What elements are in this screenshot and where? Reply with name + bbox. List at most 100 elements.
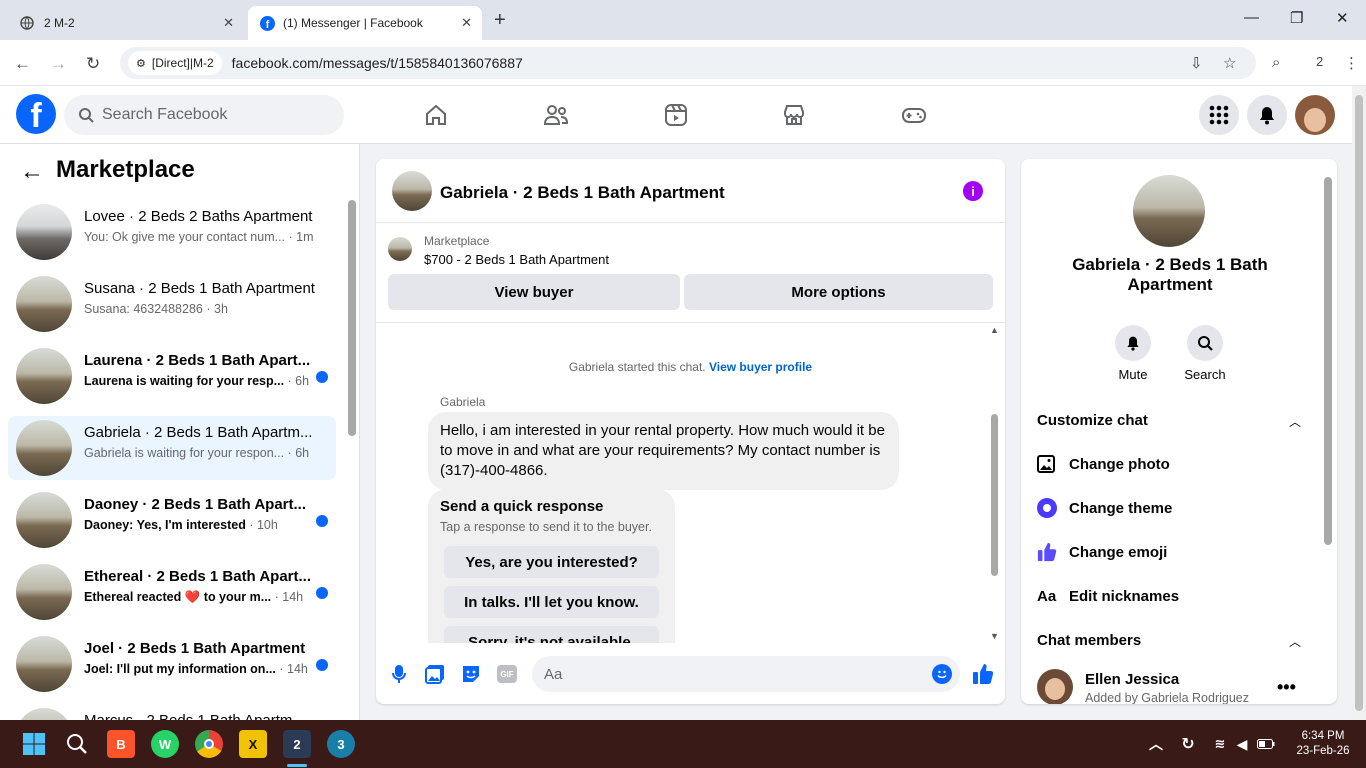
new-tab-icon[interactable]: + bbox=[494, 9, 506, 32]
scroll-down-icon[interactable]: ▼ bbox=[990, 631, 999, 641]
chat-members-header[interactable]: Chat members bbox=[1037, 632, 1141, 649]
listing-thumbnail bbox=[16, 564, 72, 620]
tab-search-icon[interactable]: ⌕ bbox=[1272, 54, 1280, 71]
system-clock[interactable]: 6:34 PM 23-Feb-26 bbox=[1288, 729, 1358, 759]
member-avatar[interactable] bbox=[1037, 669, 1073, 704]
chevron-up-icon[interactable]: ︿ bbox=[1289, 633, 1301, 650]
more-options-button[interactable]: More options bbox=[684, 274, 993, 310]
conversation-item[interactable]: Ethereal · 2 Beds 1 Bath Apart... Ethere… bbox=[8, 560, 336, 624]
listing-thumbnail bbox=[16, 636, 72, 692]
chevron-up-icon[interactable]: ︿ bbox=[1142, 730, 1170, 758]
minimize-icon[interactable]: — bbox=[1244, 9, 1259, 26]
brave-browser-icon[interactable]: B bbox=[107, 730, 135, 758]
message-input[interactable]: Aa bbox=[532, 656, 960, 692]
site-info-chip[interactable]: ⚙ [Direct]|M-2 bbox=[128, 51, 222, 75]
thumbs-up-icon[interactable] bbox=[972, 663, 994, 685]
windows-start-icon[interactable] bbox=[20, 730, 48, 758]
conversation-item[interactable]: Lovee · 2 Beds 2 Baths Apartment You: Ok… bbox=[8, 200, 336, 264]
photo-icon[interactable] bbox=[424, 663, 446, 685]
chevron-up-icon[interactable]: ︿ bbox=[1289, 413, 1301, 430]
scroll-up-icon[interactable]: ▲ bbox=[990, 325, 999, 335]
page-scrollbar[interactable] bbox=[1352, 86, 1366, 720]
reload-icon[interactable]: ↻ bbox=[86, 54, 100, 74]
app-icon[interactable]: X bbox=[239, 730, 267, 758]
mute-button[interactable]: Mute bbox=[1103, 325, 1163, 382]
battery-icon[interactable] bbox=[1252, 730, 1280, 758]
browser-tab-active[interactable]: f (1) Messenger | Facebook ✕ bbox=[248, 6, 482, 40]
globe-icon bbox=[20, 16, 34, 30]
conversation-preview: Gabriela is waiting for your respon... ·… bbox=[84, 446, 310, 460]
browser-profile-2-icon[interactable]: 2 bbox=[283, 730, 311, 758]
conversation-item-selected[interactable]: Gabriela · 2 Beds 1 Bath Apartm... Gabri… bbox=[8, 416, 336, 480]
close-tab-icon[interactable]: ✕ bbox=[223, 15, 234, 31]
view-buyer-profile-link[interactable]: View buyer profile bbox=[709, 360, 812, 374]
quick-reply-button[interactable]: Sorry, it's not available. bbox=[444, 626, 659, 643]
facebook-header: f Search Facebook bbox=[0, 86, 1352, 144]
menu-icon[interactable]: ⋮ bbox=[1344, 54, 1359, 72]
emoji-icon[interactable] bbox=[932, 664, 952, 684]
quick-response-subtitle: Tap a response to send it to the buyer. bbox=[440, 520, 652, 534]
gif-icon[interactable]: GIF bbox=[496, 663, 518, 685]
home-nav-icon[interactable] bbox=[416, 96, 456, 134]
conversation-item[interactable]: Daoney · 2 Beds 1 Bath Apart... Daoney: … bbox=[8, 488, 336, 552]
scrollbar[interactable] bbox=[348, 200, 356, 436]
change-theme-button[interactable]: Change theme bbox=[1037, 496, 1172, 520]
profile-avatar[interactable] bbox=[1295, 95, 1335, 135]
close-tab-icon[interactable]: ✕ bbox=[461, 15, 472, 31]
chat-avatar[interactable] bbox=[392, 171, 432, 211]
maximize-icon[interactable]: ❐ bbox=[1290, 9, 1303, 27]
edit-nicknames-button[interactable]: Aa Edit nicknames bbox=[1037, 584, 1179, 608]
bell-icon bbox=[1127, 336, 1139, 351]
url-text[interactable]: facebook.com/messages/t/1585840136076887 bbox=[232, 55, 523, 71]
conversation-item[interactable]: Marcus · 2 Beds 1 Bath Apartm... bbox=[8, 704, 336, 720]
profile-count[interactable]: 2 bbox=[1316, 54, 1323, 69]
customize-chat-header[interactable]: Customize chat bbox=[1037, 412, 1148, 429]
member-name[interactable]: Ellen Jessica bbox=[1085, 671, 1179, 688]
scrollbar[interactable] bbox=[1324, 177, 1332, 545]
browser-profile-3-icon[interactable]: 3 bbox=[327, 730, 355, 758]
quick-reply-button[interactable]: In talks. I'll let you know. bbox=[444, 586, 659, 618]
back-arrow-icon[interactable]: ← bbox=[20, 158, 44, 186]
friends-nav-icon[interactable] bbox=[536, 96, 576, 134]
whatsapp-icon[interactable]: W bbox=[151, 730, 179, 758]
conversation-item[interactable]: Laurena · 2 Beds 1 Bath Apart... Laurena… bbox=[8, 344, 336, 408]
conversation-preview: Susana: 4632488286 · 3h bbox=[84, 302, 228, 316]
chat-title[interactable]: Gabriela · 2 Beds 1 Bath Apartment bbox=[440, 183, 725, 203]
quick-reply-button[interactable]: Yes, are you interested? bbox=[444, 546, 659, 578]
address-bar[interactable]: ⚙ [Direct]|M-2 facebook.com/messages/t/1… bbox=[120, 47, 1256, 79]
chat-name: Gabriela · 2 Beds 1 Bath Apartment bbox=[1072, 255, 1268, 294]
change-photo-button[interactable]: Change photo bbox=[1037, 452, 1170, 476]
chat-details-panel: Gabriela · 2 Beds 1 Bath Apartment Mute … bbox=[1021, 159, 1337, 704]
sync-icon[interactable]: ↻ bbox=[1174, 730, 1202, 758]
scrollbar[interactable] bbox=[991, 414, 998, 576]
search-icon[interactable] bbox=[63, 730, 91, 758]
sticker-icon[interactable] bbox=[460, 663, 482, 685]
marketplace-nav-icon[interactable] bbox=[774, 96, 814, 134]
facebook-search-input[interactable]: Search Facebook bbox=[64, 95, 344, 135]
back-icon[interactable]: ← bbox=[14, 54, 31, 74]
menu-grid-icon[interactable] bbox=[1199, 95, 1239, 135]
conversation-item[interactable]: Joel · 2 Beds 1 Bath Apartment Joel: I'l… bbox=[8, 632, 336, 696]
message-bubble: Hello, i am interested in your rental pr… bbox=[428, 412, 899, 490]
video-nav-icon[interactable] bbox=[656, 96, 696, 134]
gaming-nav-icon[interactable] bbox=[894, 96, 934, 134]
info-icon[interactable]: i bbox=[963, 181, 983, 201]
change-emoji-button[interactable]: Change emoji bbox=[1037, 540, 1167, 564]
search-in-chat-button[interactable]: Search bbox=[1175, 325, 1235, 382]
conversation-list-panel: ← Marketplace Lovee · 2 Beds 2 Baths Apa… bbox=[0, 144, 360, 720]
browser-tab[interactable]: 2 M-2 ✕ bbox=[8, 6, 244, 40]
notifications-bell-icon[interactable] bbox=[1247, 95, 1287, 135]
quick-response-card: Send a quick response Tap a response to … bbox=[428, 489, 675, 643]
conversation-item[interactable]: Susana · 2 Beds 1 Bath Apartment Susana:… bbox=[8, 272, 336, 336]
close-window-icon[interactable]: ✕ bbox=[1336, 9, 1349, 27]
facebook-logo-icon[interactable]: f bbox=[16, 94, 56, 134]
more-options-icon[interactable]: ••• bbox=[1277, 677, 1296, 698]
forward-icon[interactable]: → bbox=[50, 54, 67, 74]
listing-title[interactable]: $700 - 2 Beds 1 Bath Apartment bbox=[424, 252, 609, 267]
chrome-icon[interactable] bbox=[195, 730, 223, 758]
windows-taskbar: B W X 2 3 ︿ ↻ ≋ ◀ 6:34 PM 23-Feb-26 bbox=[0, 720, 1366, 768]
bookmark-star-icon[interactable]: ☆ bbox=[1223, 54, 1236, 72]
install-app-icon[interactable]: ⇩ bbox=[1190, 54, 1203, 72]
view-buyer-button[interactable]: View buyer bbox=[388, 274, 680, 310]
microphone-icon[interactable] bbox=[388, 663, 410, 685]
